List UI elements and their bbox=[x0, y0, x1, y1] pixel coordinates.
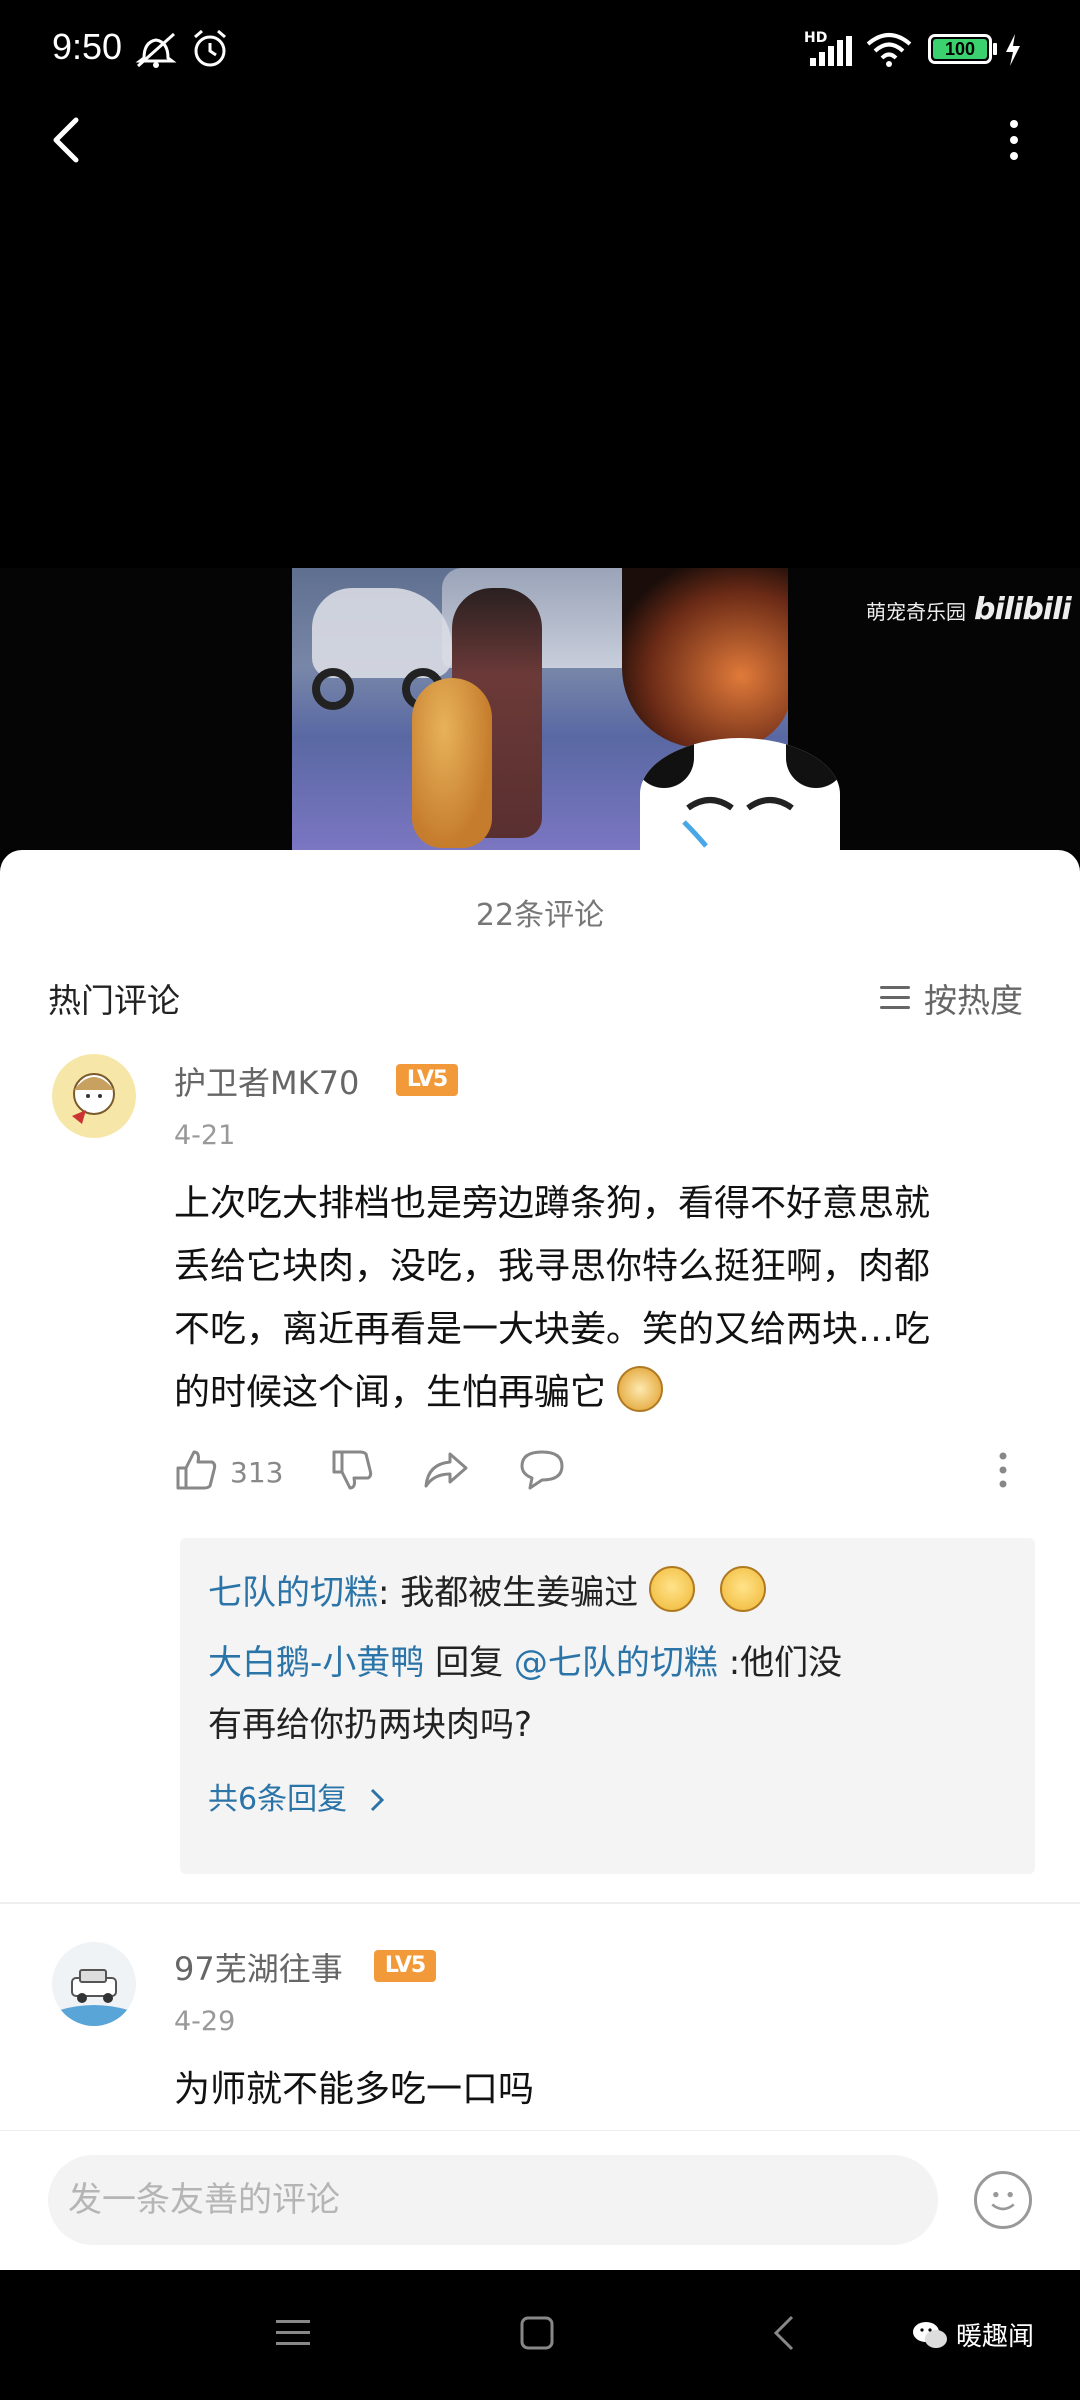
comment-bubble-icon[interactable] bbox=[518, 1448, 566, 1492]
home-nav-icon[interactable] bbox=[520, 2316, 554, 2350]
battery-icon: 100 bbox=[928, 34, 992, 64]
video-player[interactable]: 萌宠奇乐园 bilibili bbox=[0, 568, 1080, 850]
comment-text: 为师就不能多吃一口吗 bbox=[174, 2058, 1034, 2121]
like-count: 313 bbox=[230, 1456, 284, 1489]
comment-text-line: 不吃，离近再看是一大块姜。笑的又给两块…吃 bbox=[174, 1309, 931, 1350]
more-replies-label: 共6条回复 bbox=[208, 1782, 348, 1817]
reply-text: 我都被生姜骗过 bbox=[400, 1573, 639, 1613]
avatar[interactable] bbox=[52, 1942, 136, 2026]
more-options-icon[interactable] bbox=[1000, 112, 1028, 168]
comment-text-last-line: 的时候这个闻，生怕再骗它 bbox=[174, 1361, 1034, 1424]
credit-text: 暖趣闻 bbox=[956, 2322, 1035, 2352]
hot-comments-title: 热门评论 bbox=[48, 981, 180, 1020]
comment-text-line: 丢给它块肉，没吃，我寻思你特么挺狂啊，肉都 bbox=[174, 1246, 931, 1287]
reply-text-continued: 有再给你扔两块肉吗? bbox=[208, 1705, 533, 1745]
reply-mention[interactable]: @七队的切糕 bbox=[514, 1643, 718, 1683]
charging-bolt-icon bbox=[1006, 34, 1020, 66]
smirk-emoji-icon bbox=[719, 1566, 766, 1612]
signal-icon bbox=[810, 36, 852, 66]
level-badge: LV5 bbox=[374, 1950, 436, 1982]
smirk-emoji-icon bbox=[649, 1566, 696, 1612]
more-replies-link[interactable]: 共6条回复 bbox=[208, 1774, 387, 1818]
comment-date: 4-29 bbox=[174, 2006, 236, 2037]
reply-item: 大白鹅-小黄鸭 回复 @七队的切糕 :他们没 bbox=[208, 1632, 842, 1694]
source-credit: 暖趣闻 bbox=[912, 2316, 1034, 2353]
status-bar: 9:50 HD 100 bbox=[0, 0, 1080, 100]
comment-divider bbox=[0, 1902, 1080, 1904]
emoji-icon[interactable] bbox=[974, 2171, 1032, 2229]
sort-icon bbox=[880, 986, 910, 1010]
reply-text: :他们没 bbox=[728, 1643, 843, 1683]
comment-text-line: 上次吃大排档也是旁边蹲条狗，看得不好意思就 bbox=[174, 1183, 931, 1224]
wechat-icon bbox=[913, 2321, 947, 2348]
like-icon[interactable] bbox=[174, 1448, 218, 1492]
reply-item: 七队的切糕: 我都被生姜骗过 bbox=[208, 1562, 766, 1624]
reply-colon: : bbox=[378, 1573, 401, 1613]
dislike-icon[interactable] bbox=[330, 1448, 374, 1492]
mute-bell-icon bbox=[135, 32, 177, 68]
avatar-cartoon bbox=[72, 1073, 115, 1124]
watermark-text: 萌宠奇乐园 bbox=[866, 600, 966, 624]
comment-input-bar bbox=[0, 2130, 1080, 2270]
wifi-icon bbox=[866, 33, 912, 67]
comment-count: 22条评论 bbox=[475, 898, 605, 933]
comment-text: 上次吃大排档也是旁边蹲条狗，看得不好意思就 丢给它块肉，没吃，我寻思你特么挺狂啊… bbox=[174, 1172, 1034, 1424]
avatar-car bbox=[60, 1969, 128, 2026]
comment-username[interactable]: 护卫者MK70 bbox=[174, 1058, 359, 1104]
comment-input[interactable] bbox=[48, 2155, 938, 2245]
comment-text-line: 为师就不能多吃一口吗 bbox=[174, 2069, 535, 2110]
video-scooter bbox=[312, 588, 452, 678]
watermark-brand: bilibili bbox=[974, 592, 1072, 627]
battery-level: 100 bbox=[933, 39, 987, 59]
status-time: 9:50 bbox=[52, 26, 123, 67]
menu-nav-icon[interactable] bbox=[276, 2318, 310, 2348]
video-wheel bbox=[312, 668, 354, 710]
reply-box[interactable]: 七队的切糕: 我都被生姜骗过 大白鹅-小黄鸭 回复 @七队的切糕 :他们没 有再… bbox=[180, 1538, 1035, 1874]
meme-face-features bbox=[682, 797, 794, 848]
sort-label: 按热度 bbox=[924, 981, 1023, 1020]
back-nav-icon[interactable] bbox=[772, 2314, 796, 2352]
reply-word: 回复 bbox=[435, 1643, 504, 1683]
sort-button[interactable]: 按热度 bbox=[880, 974, 1023, 1022]
comment-more-icon[interactable] bbox=[996, 1448, 1010, 1492]
reply-username[interactable]: 大白鹅-小黄鸭 bbox=[208, 1643, 424, 1683]
reply-username[interactable]: 七队的切糕 bbox=[208, 1573, 378, 1613]
video-hair bbox=[622, 568, 788, 748]
comment-text-line: 的时候这个闻，生怕再骗它 bbox=[174, 1372, 607, 1413]
meme-face-sticker bbox=[640, 738, 840, 850]
back-icon[interactable] bbox=[44, 112, 94, 168]
level-badge: LV5 bbox=[396, 1064, 458, 1096]
comment-actions: 313 bbox=[174, 1440, 1034, 1500]
alarm-icon bbox=[194, 29, 226, 67]
battery-tip bbox=[993, 43, 997, 55]
top-bar bbox=[0, 100, 1080, 180]
chevron-right-icon bbox=[370, 1788, 384, 1812]
comment-sheet: 22条评论 热门评论 按热度 护卫者MK70 LV5 4-21 上次吃大排档也是… bbox=[0, 850, 1080, 2270]
system-nav-bar: 暖趣闻 bbox=[0, 2270, 1080, 2400]
avatar[interactable] bbox=[52, 1054, 136, 1138]
video-dog bbox=[412, 678, 492, 848]
comment-username[interactable]: 97芜湖往事 bbox=[174, 1944, 343, 1990]
doge-emoji-icon bbox=[617, 1366, 664, 1412]
share-icon[interactable] bbox=[422, 1448, 470, 1492]
comment-date: 4-21 bbox=[174, 1120, 236, 1151]
video-watermark: 萌宠奇乐园 bilibili bbox=[866, 592, 1072, 627]
